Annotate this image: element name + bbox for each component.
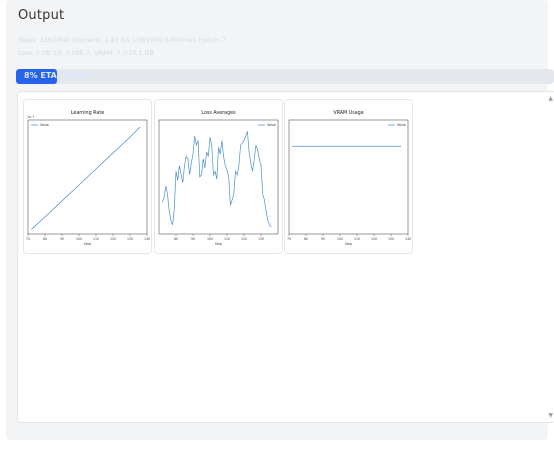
- chart-output-area[interactable]: ▲ ▼ Learning Rate 1e-7 70 80 90 100 110 120 130 1…: [17, 91, 554, 423]
- x-tick-label: 130: [258, 237, 264, 241]
- x-tick-label: 140: [144, 237, 150, 241]
- scroll-up-icon[interactable]: ▲: [548, 95, 553, 102]
- chart-title: VRAM Usage: [333, 110, 363, 116]
- x-tick-label: 80: [43, 237, 47, 241]
- scroll-down-icon[interactable]: ▼: [548, 412, 553, 419]
- x-tick-label: 110: [224, 237, 230, 241]
- learning-rate-chart: Learning Rate 1e-7 70 80 90 100 110 120 130 140 St…: [23, 99, 152, 254]
- x-tick-label: 120: [110, 237, 116, 241]
- chart-title: Loss Averages: [201, 110, 236, 116]
- status-steps: Steps: 136/1800 (Current), 1.43 it/s 136…: [18, 37, 227, 44]
- output-panel: Output Steps: 136/1800 (Current), 1.43 i…: [6, 0, 554, 440]
- x-tick-label: 140: [405, 237, 411, 241]
- legend-label: Value: [40, 123, 49, 127]
- series-line: [162, 131, 272, 228]
- learning-rate-plot: Learning Rate 1e-7 70 80 90 100 110 120 130 140 St…: [26, 110, 150, 246]
- progress-label: 8% ETA: 48:37: [24, 71, 89, 80]
- x-tick-label: 80: [304, 237, 308, 241]
- x-tick-label: 90: [321, 237, 325, 241]
- series-line: [31, 126, 141, 230]
- x-tick-label: 80: [174, 237, 178, 241]
- legend-label: Value: [397, 123, 406, 127]
- progress-bar: 8% ETA: 48:37: [16, 69, 554, 84]
- x-tick-label: 70: [287, 237, 291, 241]
- chart-title: Learning Rate: [71, 110, 104, 116]
- vram-usage-plot: VRAM Usage 70 80 90 100 110 120 130 140 Step Value: [287, 110, 411, 246]
- x-tick-label: 130: [388, 237, 394, 241]
- x-tick-label: 110: [93, 237, 99, 241]
- x-axis-label: Step: [84, 242, 92, 246]
- vram-usage-chart: VRAM Usage 70 80 90 100 110 120 130 140 Step Value: [284, 99, 413, 254]
- output-title: Output: [18, 8, 65, 23]
- status-loss: Loss: 0.08, LR: 5.00E-7, VRAM: 7.7/10.1 …: [18, 50, 154, 57]
- offset-label: 1e-7: [27, 115, 34, 119]
- plot-frame: [288, 119, 409, 235]
- x-tick-label: 130: [127, 237, 133, 241]
- x-tick-label: 120: [241, 237, 247, 241]
- legend-label: Value: [267, 123, 276, 127]
- x-tick-label: 90: [191, 237, 195, 241]
- x-tick-label: 100: [207, 237, 213, 241]
- x-tick-label: 110: [354, 237, 360, 241]
- x-tick-label: 70: [26, 237, 30, 241]
- x-axis-label: Step: [215, 242, 223, 246]
- x-tick-label: 100: [337, 237, 343, 241]
- x-tick-label: 100: [76, 237, 82, 241]
- x-tick-label: 90: [60, 237, 64, 241]
- loss-averages-plot: Loss Averages 80 90 100 110 120 130 Step Value: [158, 110, 279, 246]
- x-axis-label: Step: [345, 242, 353, 246]
- x-tick-label: 120: [371, 237, 377, 241]
- loss-averages-chart: Loss Averages 80 90 100 110 120 130 Step Value: [154, 99, 283, 254]
